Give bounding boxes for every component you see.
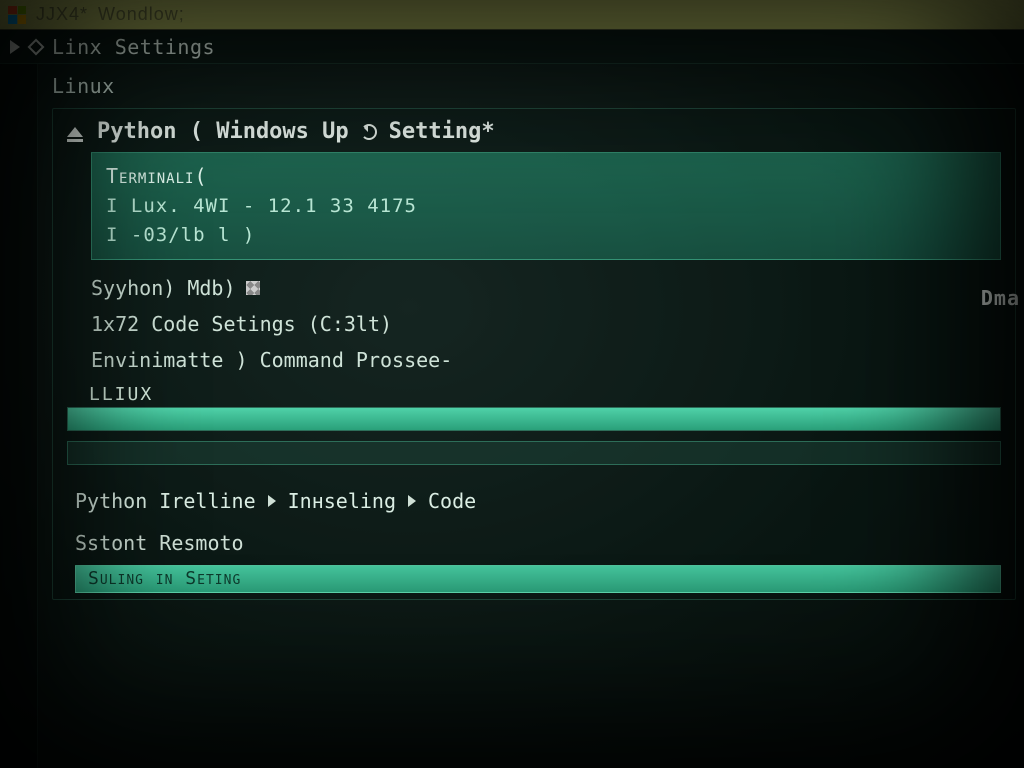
row-env-command[interactable]: Envinimatte ) Command Prossee- (53, 342, 1015, 378)
row-text: 1x72 Code Setings (C:3lt) (91, 312, 392, 336)
main-panel: Linux Python ( Windows Up Setting* Termi… (38, 64, 1024, 768)
chevron-right-icon (268, 495, 276, 507)
crumb-1[interactable]: Python Irelline (75, 489, 256, 513)
edge-label: Dma (981, 286, 1024, 310)
group-header: Python ( Windows Up Setting* (53, 115, 1015, 152)
terminal-line-3: I -03/lb l ) (106, 221, 986, 250)
terminal-block[interactable]: Terminali( I Lux. 4WI - 12.1 33 4175 I -… (91, 152, 1001, 260)
chevron-right-icon (408, 495, 416, 507)
progress-section: LLIUX (67, 382, 1001, 465)
titlebar-app-mode: Wondlow; (98, 4, 185, 25)
eject-icon[interactable] (67, 127, 83, 137)
row-text: Envinimatte ) Command Prossee- (91, 348, 452, 372)
progress-bar-2[interactable] (67, 441, 1001, 465)
terminal-line-2: I Lux. 4WI - 12.1 33 4175 (106, 192, 986, 221)
row-syyhon[interactable]: Syyhon) Mdb) (53, 270, 1015, 306)
settings-group: Python ( Windows Up Setting* Terminali( … (52, 108, 1016, 600)
titlebar-app-code: JJX4* (36, 4, 88, 25)
sidebar-strip (0, 64, 38, 768)
terminal-line-1: Terminali( (106, 161, 986, 192)
crumb-3[interactable]: Code (428, 489, 476, 513)
row-text: Syyhon) Mdb) (91, 276, 236, 300)
footer-bar-label: Suling in Seting (88, 568, 241, 589)
row-code-settings[interactable]: 1x72 Code Setings (C:3lt) (53, 306, 1015, 342)
footer-status-bar[interactable]: Suling in Seting (75, 565, 1001, 593)
breadcrumb: Python Irelline Inнseling Code (53, 475, 1015, 521)
windows-logo-icon (8, 6, 26, 24)
progress-bar-1[interactable] (67, 407, 1001, 431)
refresh-icon[interactable] (361, 124, 377, 140)
group-header-part-1: Python ( Windows Up (97, 119, 349, 144)
bar-label: LLIUX (67, 382, 1001, 407)
crumb-2[interactable]: Inнseling (288, 489, 396, 513)
navbar: Linx Settings (0, 30, 1024, 64)
footer-row[interactable]: Sstont Resmoto (53, 521, 1015, 555)
package-icon (246, 281, 260, 295)
nav-title[interactable]: Linx Settings (52, 35, 215, 59)
section-label: Linux (46, 74, 1024, 104)
titlebar: JJX4* Wondlow; (0, 0, 1024, 30)
group-header-part-2: Setting* (389, 119, 495, 144)
diamond-icon[interactable] (28, 38, 45, 55)
play-icon[interactable] (10, 40, 20, 54)
